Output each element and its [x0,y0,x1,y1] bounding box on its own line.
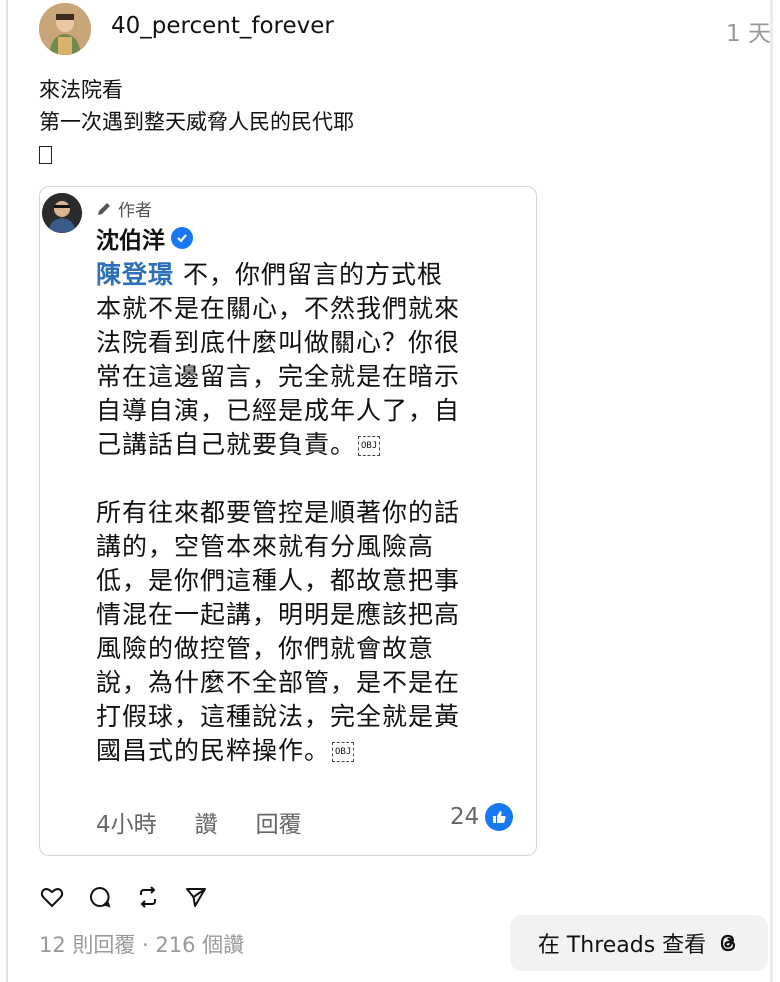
comment-time: 4小時 [96,812,157,838]
post-stats[interactable]: 12 則回覆 · 216 個讚 [39,929,244,959]
comment-body: 陳登璟 不，你們留言的方式根 本就不是在關心，不然我們就來 法院看到底什麼叫做關… [96,258,516,768]
comment-line: 低，是你們這種人，都故意把事 [96,566,461,595]
commenter-name: 沈伯洋 [96,221,193,255]
post-action-row [39,884,209,910]
pencil-icon [98,202,110,215]
verified-badge-icon [171,227,193,249]
threads-logo-icon [721,934,736,952]
like-count-text: 24 [450,804,480,830]
missing-glyph-icon [39,146,52,164]
post-timestamp: 1 天 [726,21,771,47]
post-text: 來法院看 第一次遇到整天威脅人民的民代耶 [39,74,354,173]
post-line: 第一次遇到整天威脅人民的民代耶 [39,110,354,134]
mention-link: 陳登璟 [96,260,175,289]
comment-line: 常在這邊留言，完全就是在暗示 [96,362,461,391]
commenter-avatar [42,193,82,233]
comment-line: 所有往來都要管控是順著你的話 [96,498,461,527]
comment-line: 不，你們留言的方式根 [174,260,443,289]
scrollbar-track[interactable] [770,0,773,982]
comment-line: 說，為什麼不全部管，是不是在 [96,668,461,697]
username[interactable]: 40_percent_forever [111,13,334,39]
post-line: 來法院看 [39,78,123,102]
open-in-threads-label: 在 Threads 查看 [537,933,707,958]
comment-icon[interactable] [87,884,113,910]
obj-placeholder: OBJ [358,436,381,456]
heart-icon[interactable] [39,884,65,910]
comment-line: 法院看到底什麼叫做關心？你很 [96,328,461,357]
share-icon[interactable] [183,884,209,910]
author-tag-label: 作者 [118,201,152,221]
comment-like-count: 24 [450,803,514,831]
thumbs-up-icon [485,803,514,831]
comment-paragraph: 陳登璟 不，你們留言的方式根 本就不是在關心，不然我們就來 法院看到底什麼叫做關… [96,258,516,462]
comment-line: 本就不是在關心，不然我們就來 [96,294,461,323]
thread-line [6,0,8,982]
repost-icon[interactable] [135,884,161,910]
comment-line: 打假球，這種說法，完全就是黃 [96,702,461,731]
open-in-threads-button[interactable]: 在 Threads 查看 [510,915,768,971]
author-tag: 作者 [96,196,152,221]
comment-line: 國昌式的民粹操作。 [96,736,331,765]
comment-line: 己講話自己就要負責。 [96,430,357,459]
comment-actions: 4小時 讚 回覆 [96,805,340,839]
comment-line: 情混在一起講，明明是應該把高 [96,600,461,629]
comment-line: 自導自演，已經是成年人了，自 [96,396,461,425]
comment-paragraph: 所有往來都要管控是順著你的話 講的，空管本來就有分風險高 低，是你們這種人，都故… [96,496,516,768]
obj-placeholder: OBJ [332,742,355,762]
comment-line: 風險的做控管，你們就會故意 [96,634,435,663]
commenter-name-text: 沈伯洋 [96,228,165,254]
comment-like-button: 讚 [194,812,218,838]
embedded-comment-card[interactable]: 作者 沈伯洋 陳登璟 不，你們留言的方式根 本就不是在關心，不然我們就來 法院看… [39,186,537,856]
comment-reply-button: 回覆 [255,812,302,838]
comment-line: 講的，空管本來就有分風險高 [96,532,435,561]
user-avatar[interactable] [39,3,91,55]
